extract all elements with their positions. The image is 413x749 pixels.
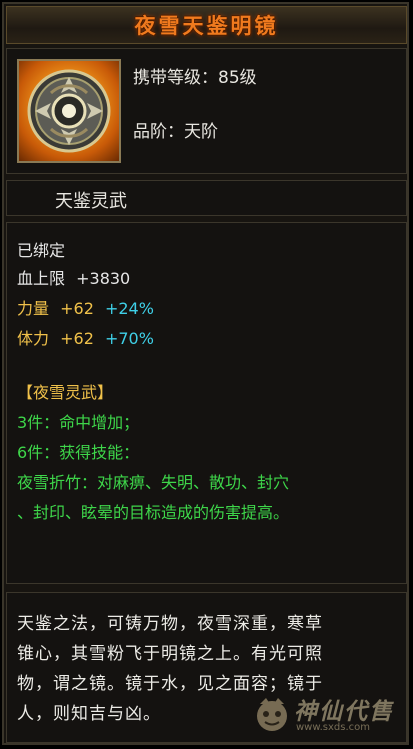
watermark-text: 神仙代售 [294,699,394,725]
item-tier: 品阶：天阶 [133,122,218,142]
stat-strength-value: +62 [60,299,94,318]
stats-section: 已绑定 血上限 +3830 力量 +62 +24% 体力 +62 +70% 【夜… [6,222,407,584]
item-category: 天鉴灵武 [55,191,127,212]
set-skill-line-1: 夜雪折竹：对麻痹、失明、散功、封穴 [17,473,290,492]
mirror-disc-icon [17,59,121,163]
watermark: 神仙代售 www.sxds.com [252,688,412,743]
set-bonus-3: 3件：命中增加； [17,413,140,432]
stat-strength: 力量 +62 +24% [17,295,154,319]
item-title: 夜雪天鉴明镜 [134,14,279,38]
title-bar: 夜雪天鉴明镜 [6,6,407,44]
stat-constitution-label: 体力 [17,329,50,348]
bound-status: 已绑定 [17,241,66,260]
stat-constitution-percent: +70% [104,329,154,348]
stat-constitution: 体力 +62 +70% [17,325,154,349]
description-line: 锥心，其雪粉飞于明镜之上。有光可照 [17,644,323,664]
item-header: 携带等级：85级 品阶：天阶 [6,48,407,174]
description-line: 天鉴之法，可铸万物，夜雪深重，寒草 [17,614,323,634]
category-bar: 天鉴灵武 [6,180,407,216]
stat-hp: 血上限 +3830 [17,265,130,289]
stat-hp-label: 血上限 [17,269,66,288]
stat-constitution-value: +62 [60,329,94,348]
watermark-url: www.sxds.com [296,722,371,733]
stat-hp-value: +3830 [76,269,131,288]
carry-level: 携带等级：85级 [133,68,257,88]
stat-strength-label: 力量 [17,299,50,318]
set-bonus-6: 6件：获得技能： [17,443,140,462]
set-skill-line-2: 、封印、眩晕的目标造成的伤害提高。 [17,503,290,522]
stat-strength-percent: +24% [104,299,154,318]
mascot-logo-icon [257,698,287,731]
set-name: 【夜雪灵武】 [17,383,114,402]
description-line: 人，则知吉与凶。 [17,704,161,724]
